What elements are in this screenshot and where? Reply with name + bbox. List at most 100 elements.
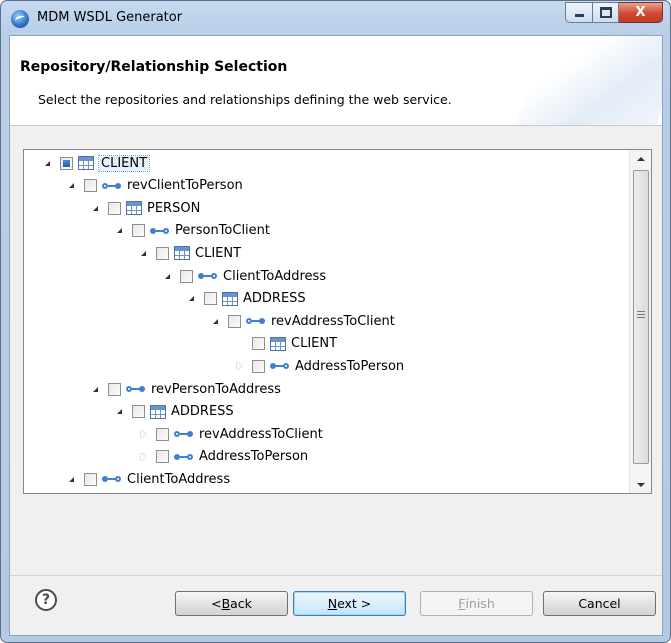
back-mnemonic: B (221, 596, 231, 611)
tree-item-label: AddressToPerson (199, 449, 309, 465)
vertical-scrollbar[interactable] (629, 150, 651, 493)
close-button[interactable]: X (619, 2, 663, 23)
next-button[interactable]: Next > (293, 591, 406, 616)
collapse-arrow-icon[interactable] (64, 472, 78, 486)
minimize-icon (574, 14, 584, 17)
back-button[interactable]: < Back (175, 591, 288, 616)
close-icon: X (635, 5, 646, 20)
expand-arrow-icon[interactable] (232, 359, 246, 373)
tree-row[interactable]: PERSON (88, 197, 200, 219)
wizard-header: Repository/Relationship Selection Select… (10, 36, 662, 126)
tree-checkbox[interactable] (156, 246, 169, 260)
tree-checkbox[interactable] (84, 472, 97, 486)
tree-checkbox[interactable] (108, 382, 121, 396)
tree-item-label: ADDRESS (171, 404, 234, 420)
relationship-icon (270, 361, 290, 371)
expand-arrow-icon[interactable] (136, 450, 150, 464)
expand-arrow-icon[interactable] (136, 427, 150, 441)
collapse-arrow-icon[interactable] (160, 269, 174, 283)
back-rest: ack (230, 596, 252, 611)
table-icon (78, 156, 94, 170)
tree-checkbox[interactable] (180, 269, 193, 283)
repository-tree[interactable]: CLIENT revClientToPerson PERSON PersonToCli… (23, 149, 652, 494)
finish-button[interactable]: Finish (420, 591, 533, 616)
wizard-window: MDM WSDL Generator X Repository/Relation… (0, 0, 671, 643)
maximize-icon (599, 7, 612, 18)
collapse-arrow-icon[interactable] (208, 314, 222, 328)
table-icon (270, 336, 286, 351)
minimize-button[interactable] (565, 2, 593, 23)
tree-row[interactable]: revAddressToClient (136, 423, 323, 445)
cancel-button[interactable]: Cancel (543, 591, 656, 616)
tree-checkbox[interactable] (252, 359, 265, 373)
collapse-arrow-icon[interactable] (64, 179, 78, 193)
tree-row[interactable]: revPersonToAddress (88, 378, 281, 400)
relationship-icon (174, 452, 194, 462)
next-rest: ext > (337, 596, 372, 611)
caption-buttons: X (565, 2, 663, 23)
wizard-client-area: Repository/Relationship Selection Select… (9, 35, 663, 636)
scrollbar-thumb[interactable] (633, 170, 649, 464)
collapse-arrow-icon[interactable] (112, 405, 126, 419)
tree-item-label: revAddressToClient (271, 313, 395, 329)
tree-item-label: revAddressToClient (199, 426, 323, 442)
relationship-icon (198, 271, 218, 281)
relationship-icon (102, 474, 122, 484)
tree-checkbox[interactable] (60, 156, 73, 170)
tree-checkbox[interactable] (156, 450, 169, 464)
relationship-icon (150, 226, 170, 236)
help-icon[interactable]: ? (35, 589, 57, 611)
tree-row[interactable]: AddressToPerson (232, 355, 404, 377)
tree-checkbox[interactable] (156, 427, 169, 441)
tree-row[interactable]: AddressToPerson (136, 446, 308, 468)
tree-row[interactable]: ADDRESS (184, 288, 306, 310)
tree-row[interactable]: CLIENT (40, 152, 151, 174)
title-bar: MDM WSDL Generator X (1, 1, 670, 35)
tree-row[interactable]: CLIENT (232, 333, 337, 355)
tree-row[interactable]: ClientToAddress (64, 468, 230, 490)
tree-checkbox[interactable] (228, 314, 241, 328)
tree-row[interactable]: PersonToClient (112, 220, 270, 242)
tree-row[interactable]: ClientToAddress (160, 265, 326, 287)
tree-item-label: revPersonToAddress (151, 381, 281, 397)
tree-checkbox[interactable] (132, 224, 145, 238)
reverse-relationship-icon (102, 181, 122, 191)
tree-row[interactable]: CLIENT (136, 242, 241, 264)
collapse-arrow-icon[interactable] (40, 156, 54, 170)
tree-checkbox[interactable] (204, 292, 217, 306)
collapse-arrow-icon[interactable] (88, 201, 102, 215)
collapse-arrow-icon[interactable] (184, 292, 198, 306)
tree-item-label: revClientToPerson (127, 178, 243, 194)
tree-row[interactable]: ADDRESS (112, 401, 234, 423)
reverse-relationship-icon (126, 384, 146, 394)
finish-rest: inish (465, 596, 495, 611)
tree-row[interactable]: revClientToPerson (64, 175, 243, 197)
tree-checkbox[interactable] (252, 337, 265, 351)
grip-icon (637, 311, 645, 318)
tree-item-label: ADDRESS (243, 291, 306, 307)
collapse-arrow-icon[interactable] (112, 224, 126, 238)
mdm-app-icon (11, 10, 29, 28)
tree-rows: CLIENT revClientToPerson PERSON PersonToCli… (24, 150, 629, 493)
table-icon (150, 404, 166, 419)
tree-checkbox[interactable] (132, 405, 145, 419)
collapse-arrow-icon[interactable] (88, 382, 102, 396)
reverse-relationship-icon (174, 429, 194, 439)
tree-item-label: ClientToAddress (223, 268, 327, 284)
collapse-arrow-icon[interactable] (136, 246, 150, 260)
tree-row[interactable]: revAddressToClient (208, 310, 395, 332)
tree-checkbox[interactable] (108, 201, 121, 215)
tree-item-label: PersonToClient (175, 223, 271, 239)
tree-item-label: CLIENT (195, 245, 242, 261)
table-icon (126, 201, 142, 216)
window-title: MDM WSDL Generator (37, 10, 183, 25)
scroll-up-icon[interactable] (630, 150, 651, 167)
tree-checkbox[interactable] (84, 179, 97, 193)
maximize-button[interactable] (593, 2, 619, 23)
reverse-relationship-icon (246, 316, 266, 326)
tree-item-label: ClientToAddress (127, 471, 231, 487)
back-prefix: < (211, 596, 222, 611)
scroll-down-icon[interactable] (630, 476, 651, 493)
tree-item-label: CLIENT (97, 154, 151, 172)
